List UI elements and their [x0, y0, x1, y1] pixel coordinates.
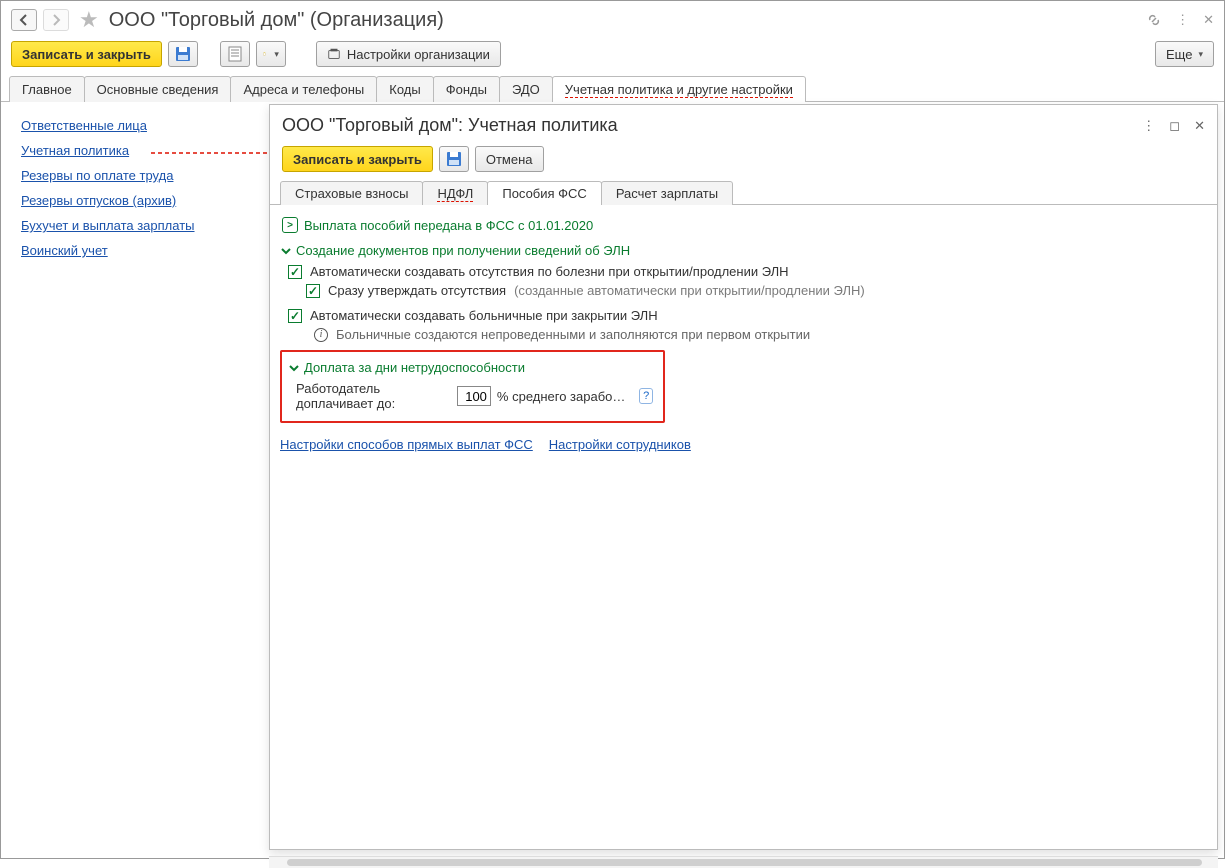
panel-close-icon[interactable]: ✕ [1194, 118, 1205, 134]
tab-accounting-policy[interactable]: Учетная политика и другие настройки [552, 76, 806, 102]
subtab-ndfl[interactable]: НДФЛ [422, 181, 488, 205]
policy-panel: ООО "Торговый дом": Учетная политика ⋮ ◻… [269, 104, 1218, 850]
nav-back-button[interactable] [11, 9, 37, 31]
panel-kebab-icon[interactable]: ⋮ [1142, 118, 1155, 134]
sidebar-item-responsible[interactable]: Ответственные лица [21, 118, 147, 133]
panel-cancel-button[interactable]: Отмена [475, 146, 544, 172]
fss-transfer-row: > Выплата пособий передана в ФСС с 01.01… [282, 217, 1207, 233]
titlebar: ★ ООО "Торговый дом" (Организация) ⋮ ✕ [1, 1, 1224, 37]
tab-addresses[interactable]: Адреса и телефоны [230, 76, 377, 102]
employer-pay-suffix: % среднего зарабо… [497, 389, 625, 404]
employer-pay-label: Работодатель доплачивает до: [296, 381, 451, 411]
sidebar-item-accounting-policy[interactable]: Учетная политика [21, 143, 129, 158]
main-tabs: Главное Основные сведения Адреса и телеф… [1, 75, 1224, 102]
expand-icon[interactable]: > [282, 217, 298, 233]
kebab-menu-icon[interactable]: ⋮ [1176, 12, 1189, 28]
favorite-star-icon[interactable]: ★ [79, 7, 99, 33]
sidebar-item-military[interactable]: Воинский учет [21, 243, 108, 258]
save-and-close-button[interactable]: Записать и закрыть [11, 41, 162, 67]
paste-dropdown-button[interactable]: ▾ [256, 41, 286, 67]
command-bar: Записать и закрыть ▾ Настройки организац… [1, 37, 1224, 75]
checkbox-approve-absence-hint: (созданные автоматически при открытии/пр… [514, 283, 865, 298]
horizontal-scrollbar[interactable] [269, 856, 1218, 868]
save-button[interactable] [168, 41, 198, 67]
section-extra-pay[interactable]: Доплата за дни нетрудоспособности [288, 360, 653, 375]
sidebar-item-reserves-vacation[interactable]: Резервы отпусков (архив) [21, 193, 176, 208]
info-icon: i [314, 328, 328, 342]
checkbox-auto-absence-label: Автоматически создавать отсутствия по бо… [310, 264, 789, 279]
subtabs: Страховые взносы НДФЛ Пособия ФСС Расчет… [270, 180, 1217, 205]
tab-main[interactable]: Главное [9, 76, 85, 102]
close-icon[interactable]: ✕ [1203, 12, 1214, 28]
save-and-close-label: Записать и закрыть [22, 47, 151, 62]
checkbox-auto-sickleave[interactable]: ✓ [288, 309, 302, 323]
subtab-salary-calc[interactable]: Расчет зарплаты [601, 181, 733, 205]
org-settings-label: Настройки организации [347, 47, 490, 62]
panel-maximize-icon[interactable]: ◻ [1169, 118, 1180, 134]
org-settings-button[interactable]: Настройки организации [316, 41, 501, 67]
window-title: ООО "Торговый дом" (Организация) [109, 9, 444, 32]
sickleave-info-text: Больничные создаются непроведенными и за… [336, 327, 810, 342]
titlebar-right: ⋮ ✕ [1146, 12, 1214, 28]
checkbox-auto-sickleave-label: Автоматически создавать больничные при з… [310, 308, 658, 323]
sidebar-item-reserves-pay[interactable]: Резервы по оплате труда [21, 168, 173, 183]
panel-title: ООО "Торговый дом": Учетная политика [282, 115, 618, 136]
panel-save-close-button[interactable]: Записать и закрыть [282, 146, 433, 172]
tab-edo[interactable]: ЭДО [499, 76, 553, 102]
checkbox-auto-absence[interactable]: ✓ [288, 265, 302, 279]
checkbox-approve-absence[interactable]: ✓ [306, 284, 320, 298]
more-label: Еще [1166, 47, 1192, 62]
document-button[interactable] [220, 41, 250, 67]
panel-save-button[interactable] [439, 146, 469, 172]
subtab-insurance[interactable]: Страховые взносы [280, 181, 423, 205]
link-employee-settings[interactable]: Настройки сотрудников [549, 437, 691, 452]
link-icon[interactable] [1146, 12, 1162, 28]
annotation-highlight-box: Доплата за дни нетрудоспособности Работо… [280, 350, 665, 423]
tab-basic-info[interactable]: Основные сведения [84, 76, 232, 102]
help-icon[interactable]: ? [639, 388, 653, 404]
link-fss-direct-payments[interactable]: Настройки способов прямых выплат ФСС [280, 437, 533, 452]
section-eln-docs[interactable]: Создание документов при получении сведен… [280, 243, 1207, 258]
tab-codes[interactable]: Коды [376, 76, 433, 102]
checkbox-approve-absence-label: Сразу утверждать отсутствия [328, 283, 506, 298]
tab-funds[interactable]: Фонды [433, 76, 500, 102]
sidebar: Ответственные лица Учетная политика Резе… [1, 102, 269, 858]
nav-forward-button[interactable] [43, 9, 69, 31]
employer-pay-input[interactable] [457, 386, 491, 406]
sidebar-item-payroll[interactable]: Бухучет и выплата зарплаты [21, 218, 195, 233]
more-button[interactable]: Еще ▾ [1155, 41, 1214, 67]
subtab-fss-benefits[interactable]: Пособия ФСС [487, 181, 601, 205]
